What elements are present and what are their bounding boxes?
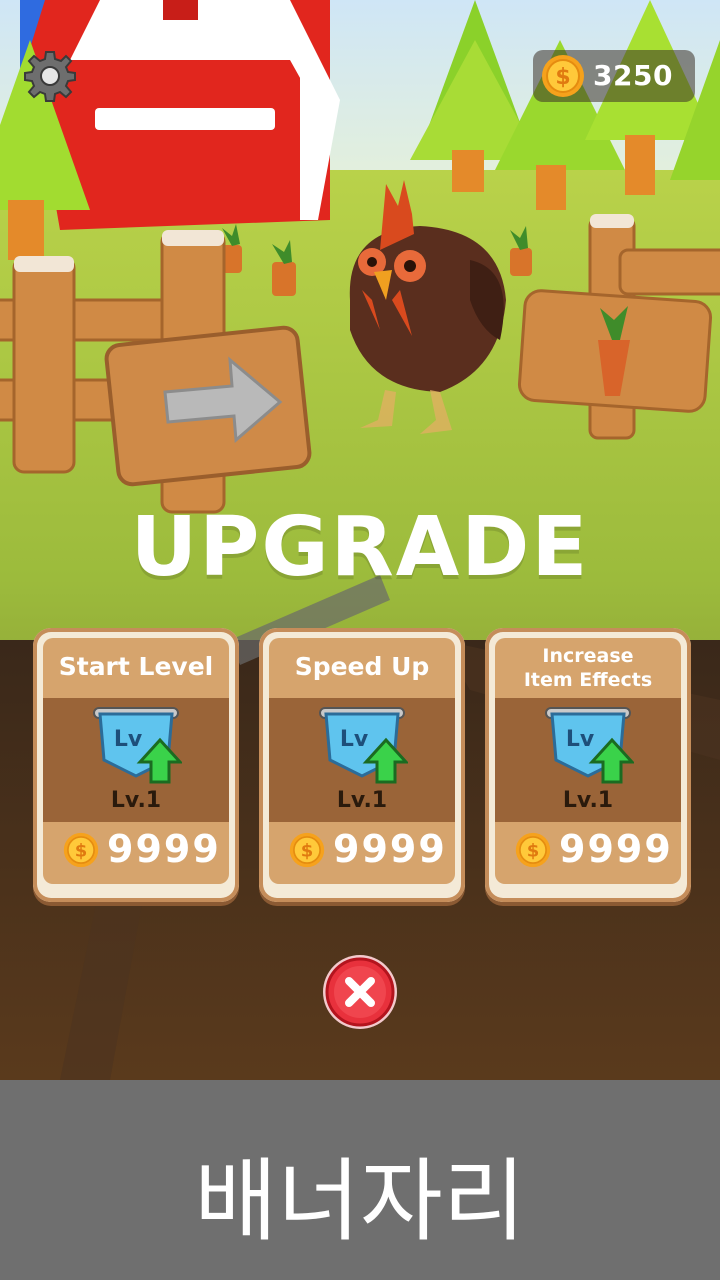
coin-count: 3250 xyxy=(593,59,673,92)
banner-text: 배너자리 xyxy=(194,1149,526,1254)
badge-text: Lv xyxy=(566,727,595,752)
card-level: Lv.1 xyxy=(336,788,388,813)
svg-text:$: $ xyxy=(75,841,88,862)
ad-banner-placeholder: 배너자리 xyxy=(0,1080,720,1280)
svg-text:$: $ xyxy=(555,65,570,90)
card-level: Lv.1 xyxy=(110,788,162,813)
badge-text: Lv xyxy=(114,727,143,752)
card-label: Start Level xyxy=(58,652,214,681)
card-label: Speed Up xyxy=(294,652,430,681)
coin-icon: $ xyxy=(515,832,551,868)
close-icon xyxy=(323,955,397,1029)
settings-button[interactable] xyxy=(24,50,76,102)
upgrade-card-item-effects[interactable]: Increase Item Effects Lv Lv.1 $ 9999 xyxy=(485,628,691,904)
close-button[interactable] xyxy=(322,954,398,1030)
coin-icon: $ xyxy=(542,55,584,97)
page-title: UPGRADE xyxy=(130,500,590,595)
svg-text:$: $ xyxy=(301,841,314,862)
card-label: Increase Item Effects xyxy=(495,644,681,692)
upgrade-card-start-level[interactable]: Start Level Lv Lv.1 $ 9999 xyxy=(33,628,239,904)
gear-icon xyxy=(24,51,76,102)
badge-text: Lv xyxy=(340,727,369,752)
card-label-line2: Item Effects xyxy=(523,669,653,691)
level-up-badge-icon: Lv xyxy=(319,707,408,784)
coin-counter: $ 3250 xyxy=(533,50,695,102)
coin-icon: $ xyxy=(289,832,325,868)
card-price: 9999 xyxy=(107,827,221,871)
level-up-badge-icon: Lv xyxy=(93,707,182,784)
card-price: 9999 xyxy=(559,827,673,871)
upgrade-card-speed-up[interactable]: Speed Up Lv Lv.1 $ 9999 xyxy=(259,628,465,904)
card-level: Lv.1 xyxy=(562,788,614,813)
card-price: 9999 xyxy=(333,827,447,871)
card-label-line1: Increase xyxy=(542,645,634,667)
svg-text:$: $ xyxy=(527,841,540,862)
coin-icon: $ xyxy=(63,832,99,868)
level-up-badge-icon: Lv xyxy=(545,707,634,784)
